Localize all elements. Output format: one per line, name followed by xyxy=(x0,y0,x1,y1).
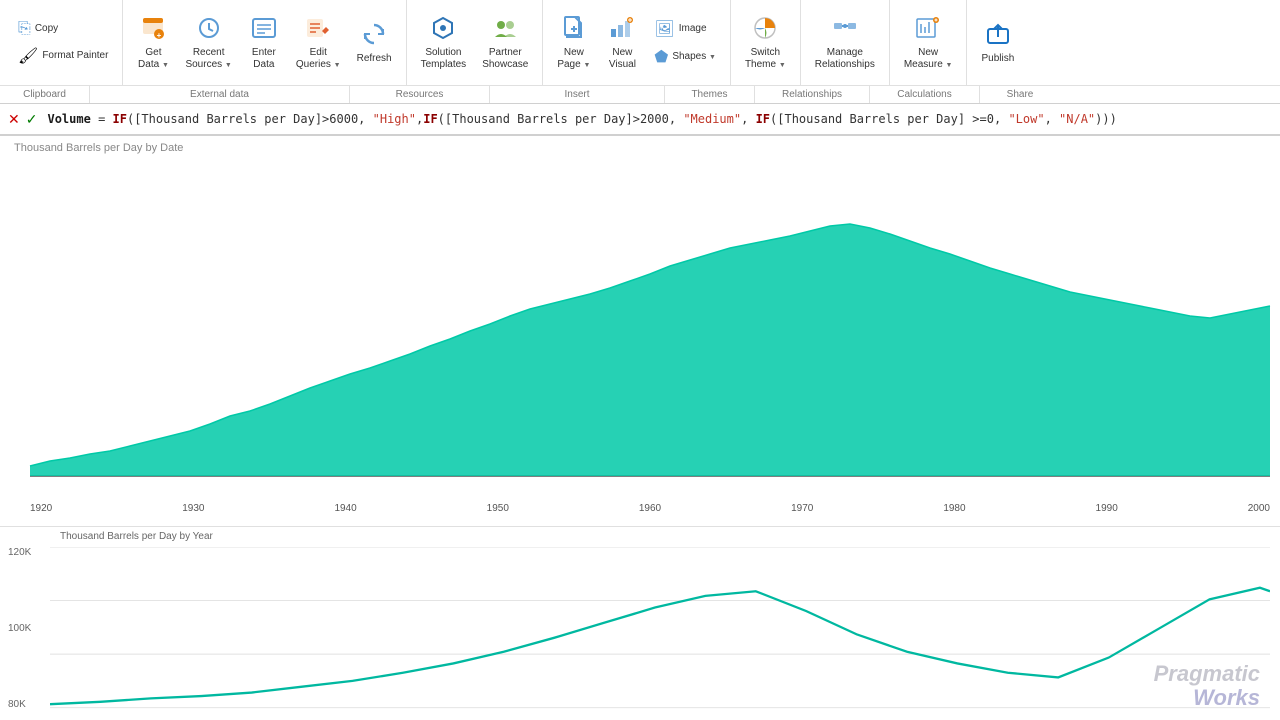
x-label-1950: 1950 xyxy=(487,503,509,514)
new-page-button[interactable]: NewPage ▼ xyxy=(551,11,596,75)
get-data-button[interactable]: + GetData ▼ xyxy=(131,11,175,75)
themes-group: SwitchTheme ▼ xyxy=(731,0,801,85)
area-chart: 1920 1930 1940 1950 1960 1970 1980 1990 … xyxy=(0,156,1280,516)
publish-label: Publish xyxy=(981,53,1014,65)
new-visual-label: NewVisual xyxy=(609,47,636,71)
x-label-2000: 2000 xyxy=(1248,503,1270,514)
recent-sources-icon xyxy=(196,15,222,45)
toolbar-labels: Clipboard External data Resources Insert… xyxy=(0,85,1280,103)
switch-theme-icon xyxy=(752,15,778,45)
line-chart-svg xyxy=(50,547,1270,710)
y-label-80k: 80K xyxy=(8,699,31,710)
themes-label: Themes xyxy=(665,86,755,103)
external-data-label: External data xyxy=(90,86,350,103)
enter-data-label: EnterData xyxy=(252,47,276,71)
watermark-line2: Works xyxy=(1154,686,1260,710)
watermark: Pragmatic Works xyxy=(1154,662,1260,710)
manage-relationships-label: ManageRelationships xyxy=(815,47,875,71)
watermark-line1: Pragmatic xyxy=(1154,662,1260,686)
partner-showcase-button[interactable]: PartnerShowcase xyxy=(476,11,534,75)
partner-showcase-icon xyxy=(492,15,518,45)
content-area: Thousand Barrels per Day by Date 1920 19… xyxy=(0,136,1280,720)
refresh-button[interactable]: Refresh xyxy=(351,17,398,69)
clipboard-label: Clipboard xyxy=(0,86,90,103)
publish-button[interactable]: Publish xyxy=(975,17,1020,69)
y-label-100k: 100K xyxy=(8,623,31,634)
x-label-1960: 1960 xyxy=(639,503,661,514)
image-button[interactable]: 🖼 Image xyxy=(648,16,722,42)
solution-templates-icon xyxy=(430,15,456,45)
share-group: Publish xyxy=(967,0,1028,85)
partner-showcase-label: PartnerShowcase xyxy=(482,47,528,71)
edit-queries-label: EditQueries ▼ xyxy=(296,47,341,71)
x-label-1930: 1930 xyxy=(182,503,204,514)
x-label-1940: 1940 xyxy=(334,503,356,514)
new-page-label: NewPage ▼ xyxy=(557,47,590,71)
recent-sources-button[interactable]: RecentSources ▼ xyxy=(179,11,237,75)
copy-button[interactable]: ⎘ Copy xyxy=(12,17,114,41)
x-label-1920: 1920 xyxy=(30,503,52,514)
area-chart-x-axis: 1920 1930 1940 1950 1960 1970 1980 1990 … xyxy=(30,503,1270,514)
formula-cancel-button[interactable]: ✕ xyxy=(8,111,20,128)
insert-group: NewPage ▼ NewVisual 🖼 Image ⬟ Shapes ▼ xyxy=(543,0,731,85)
format-painter-button[interactable]: 🖌 Format Painter xyxy=(12,43,114,69)
new-page-icon xyxy=(561,15,587,45)
solution-templates-label: SolutionTemplates xyxy=(421,47,467,71)
resources-group: SolutionTemplates PartnerShowcase xyxy=(407,0,544,85)
image-label: Image xyxy=(679,23,707,34)
formula-text[interactable]: Volume = IF([Thousand Barrels per Day]>6… xyxy=(43,110,1272,128)
svg-text:+: + xyxy=(157,31,162,40)
format-painter-label: Format Painter xyxy=(42,50,108,61)
enter-data-icon xyxy=(251,15,277,45)
switch-theme-label: SwitchTheme ▼ xyxy=(745,47,786,71)
x-label-1980: 1980 xyxy=(943,503,965,514)
solution-templates-button[interactable]: SolutionTemplates xyxy=(415,11,473,75)
refresh-icon xyxy=(361,21,387,51)
image-icon: 🖼 xyxy=(654,19,674,39)
x-label-1990: 1990 xyxy=(1096,503,1118,514)
recent-sources-label: RecentSources ▼ xyxy=(185,47,231,71)
shapes-icon: ⬟ xyxy=(654,47,668,67)
x-label-1970: 1970 xyxy=(791,503,813,514)
manage-relationships-button[interactable]: ManageRelationships xyxy=(809,11,881,75)
relationships-group: ManageRelationships xyxy=(801,0,890,85)
manage-relationships-icon xyxy=(832,15,858,45)
external-data-group: + GetData ▼ RecentSources ▼ EnterData xyxy=(123,0,406,85)
calculations-group: NewMeasure ▼ xyxy=(890,0,968,85)
copy-icon: ⎘ xyxy=(18,20,31,38)
new-measure-label: NewMeasure ▼ xyxy=(904,47,953,71)
new-measure-button[interactable]: NewMeasure ▼ xyxy=(898,11,959,75)
line-chart-y-labels: 120K 100K 80K xyxy=(8,547,31,710)
new-visual-button[interactable]: NewVisual xyxy=(600,11,644,75)
edit-queries-icon xyxy=(305,15,331,45)
shapes-label: Shapes ▼ xyxy=(672,51,716,62)
line-chart-section: Thousand Barrels per Day by Year 120K 10… xyxy=(0,526,1280,720)
copy-label: Copy xyxy=(35,23,58,34)
new-visual-icon xyxy=(609,15,635,45)
edit-queries-button[interactable]: EditQueries ▼ xyxy=(290,11,347,75)
formula-confirm-button[interactable]: ✓ xyxy=(26,111,38,128)
resources-label: Resources xyxy=(350,86,490,103)
toolbar-buttons: ⎘ Copy 🖌 Format Painter + GetData ▼ Rece… xyxy=(0,0,1280,85)
toolbar: ⎘ Copy 🖌 Format Painter + GetData ▼ Rece… xyxy=(0,0,1280,104)
clipboard-group: ⎘ Copy 🖌 Format Painter xyxy=(4,0,123,85)
get-data-icon: + xyxy=(140,15,166,45)
new-measure-icon xyxy=(915,15,941,45)
insert-label: Insert xyxy=(490,86,665,103)
get-data-label: GetData ▼ xyxy=(138,47,169,71)
y-label-120k: 120K xyxy=(8,547,31,558)
calculations-label: Calculations xyxy=(870,86,980,103)
area-chart-title: Thousand Barrels per Day by Date xyxy=(14,142,183,154)
relationships-label: Relationships xyxy=(755,86,870,103)
enter-data-button[interactable]: EnterData xyxy=(242,11,286,75)
shapes-button[interactable]: ⬟ Shapes ▼ xyxy=(648,44,722,70)
format-painter-icon: 🖌 xyxy=(18,46,38,66)
publish-icon xyxy=(985,21,1011,51)
formula-bar: ✕ ✓ Volume = IF([Thousand Barrels per Da… xyxy=(0,104,1280,136)
line-chart-title: Thousand Barrels per Day by Year xyxy=(60,531,213,542)
refresh-label: Refresh xyxy=(357,53,392,65)
share-label: Share xyxy=(980,86,1060,103)
switch-theme-button[interactable]: SwitchTheme ▼ xyxy=(739,11,792,75)
